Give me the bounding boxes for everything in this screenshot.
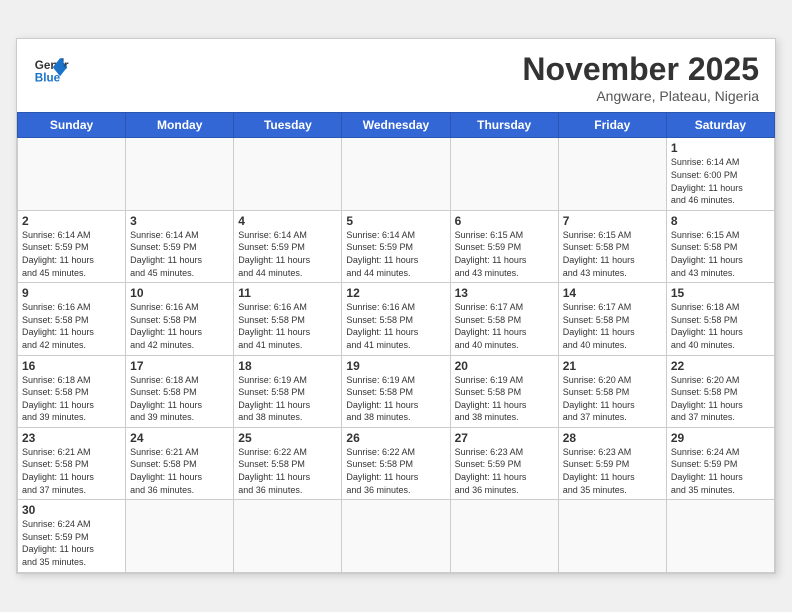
day-2: 2 Sunrise: 6:14 AMSunset: 5:59 PMDayligh…	[18, 210, 126, 282]
header-wednesday: Wednesday	[342, 113, 450, 138]
week-row-3: 9 Sunrise: 6:16 AMSunset: 5:58 PMDayligh…	[18, 283, 775, 355]
empty-cell	[126, 500, 234, 572]
week-row-2: 2 Sunrise: 6:14 AMSunset: 5:59 PMDayligh…	[18, 210, 775, 282]
day-9: 9 Sunrise: 6:16 AMSunset: 5:58 PMDayligh…	[18, 283, 126, 355]
header-saturday: Saturday	[666, 113, 774, 138]
day-15: 15 Sunrise: 6:18 AMSunset: 5:58 PMDaylig…	[666, 283, 774, 355]
day-7: 7 Sunrise: 6:15 AMSunset: 5:58 PMDayligh…	[558, 210, 666, 282]
week-row-5: 23 Sunrise: 6:21 AMSunset: 5:58 PMDaylig…	[18, 427, 775, 499]
day-30: 30 Sunrise: 6:24 AMSunset: 5:59 PMDaylig…	[18, 500, 126, 572]
day-26: 26 Sunrise: 6:22 AMSunset: 5:58 PMDaylig…	[342, 427, 450, 499]
day-23: 23 Sunrise: 6:21 AMSunset: 5:58 PMDaylig…	[18, 427, 126, 499]
empty-cell	[234, 500, 342, 572]
day-1: 1 Sunrise: 6:14 AMSunset: 6:00 PMDayligh…	[666, 138, 774, 210]
calendar-table: Sunday Monday Tuesday Wednesday Thursday…	[17, 112, 775, 572]
weekday-header-row: Sunday Monday Tuesday Wednesday Thursday…	[18, 113, 775, 138]
day-22: 22 Sunrise: 6:20 AMSunset: 5:58 PMDaylig…	[666, 355, 774, 427]
header-friday: Friday	[558, 113, 666, 138]
empty-cell	[558, 138, 666, 210]
location: Angware, Plateau, Nigeria	[522, 88, 759, 104]
week-row-1: 1 Sunrise: 6:14 AMSunset: 6:00 PMDayligh…	[18, 138, 775, 210]
svg-text:Blue: Blue	[35, 72, 61, 85]
day-25: 25 Sunrise: 6:22 AMSunset: 5:58 PMDaylig…	[234, 427, 342, 499]
week-row-6: 30 Sunrise: 6:24 AMSunset: 5:59 PMDaylig…	[18, 500, 775, 572]
header-tuesday: Tuesday	[234, 113, 342, 138]
empty-cell	[18, 138, 126, 210]
logo-icon: General Blue	[33, 51, 69, 87]
day-19: 19 Sunrise: 6:19 AMSunset: 5:58 PMDaylig…	[342, 355, 450, 427]
day-24: 24 Sunrise: 6:21 AMSunset: 5:58 PMDaylig…	[126, 427, 234, 499]
day-27: 27 Sunrise: 6:23 AMSunset: 5:59 PMDaylig…	[450, 427, 558, 499]
month-title: November 2025	[522, 51, 759, 88]
day-12: 12 Sunrise: 6:16 AMSunset: 5:58 PMDaylig…	[342, 283, 450, 355]
empty-cell	[126, 138, 234, 210]
header-sunday: Sunday	[18, 113, 126, 138]
day-20: 20 Sunrise: 6:19 AMSunset: 5:58 PMDaylig…	[450, 355, 558, 427]
day-21: 21 Sunrise: 6:20 AMSunset: 5:58 PMDaylig…	[558, 355, 666, 427]
day-6: 6 Sunrise: 6:15 AMSunset: 5:59 PMDayligh…	[450, 210, 558, 282]
header-monday: Monday	[126, 113, 234, 138]
empty-cell	[666, 500, 774, 572]
empty-cell	[234, 138, 342, 210]
day-4: 4 Sunrise: 6:14 AMSunset: 5:59 PMDayligh…	[234, 210, 342, 282]
calendar-container: General Blue November 2025 Angware, Plat…	[16, 38, 776, 573]
day-14: 14 Sunrise: 6:17 AMSunset: 5:58 PMDaylig…	[558, 283, 666, 355]
calendar-header: General Blue November 2025 Angware, Plat…	[17, 39, 775, 112]
day-28: 28 Sunrise: 6:23 AMSunset: 5:59 PMDaylig…	[558, 427, 666, 499]
day-3: 3 Sunrise: 6:14 AMSunset: 5:59 PMDayligh…	[126, 210, 234, 282]
day-13: 13 Sunrise: 6:17 AMSunset: 5:58 PMDaylig…	[450, 283, 558, 355]
title-block: November 2025 Angware, Plateau, Nigeria	[522, 51, 759, 104]
week-row-4: 16 Sunrise: 6:18 AMSunset: 5:58 PMDaylig…	[18, 355, 775, 427]
empty-cell	[342, 138, 450, 210]
empty-cell	[450, 138, 558, 210]
day-18: 18 Sunrise: 6:19 AMSunset: 5:58 PMDaylig…	[234, 355, 342, 427]
empty-cell	[558, 500, 666, 572]
logo: General Blue	[33, 51, 69, 87]
day-17: 17 Sunrise: 6:18 AMSunset: 5:58 PMDaylig…	[126, 355, 234, 427]
day-10: 10 Sunrise: 6:16 AMSunset: 5:58 PMDaylig…	[126, 283, 234, 355]
empty-cell	[342, 500, 450, 572]
day-5: 5 Sunrise: 6:14 AMSunset: 5:59 PMDayligh…	[342, 210, 450, 282]
day-8: 8 Sunrise: 6:15 AMSunset: 5:58 PMDayligh…	[666, 210, 774, 282]
header-thursday: Thursday	[450, 113, 558, 138]
day-29: 29 Sunrise: 6:24 AMSunset: 5:59 PMDaylig…	[666, 427, 774, 499]
day-16: 16 Sunrise: 6:18 AMSunset: 5:58 PMDaylig…	[18, 355, 126, 427]
empty-cell	[450, 500, 558, 572]
day-11: 11 Sunrise: 6:16 AMSunset: 5:58 PMDaylig…	[234, 283, 342, 355]
